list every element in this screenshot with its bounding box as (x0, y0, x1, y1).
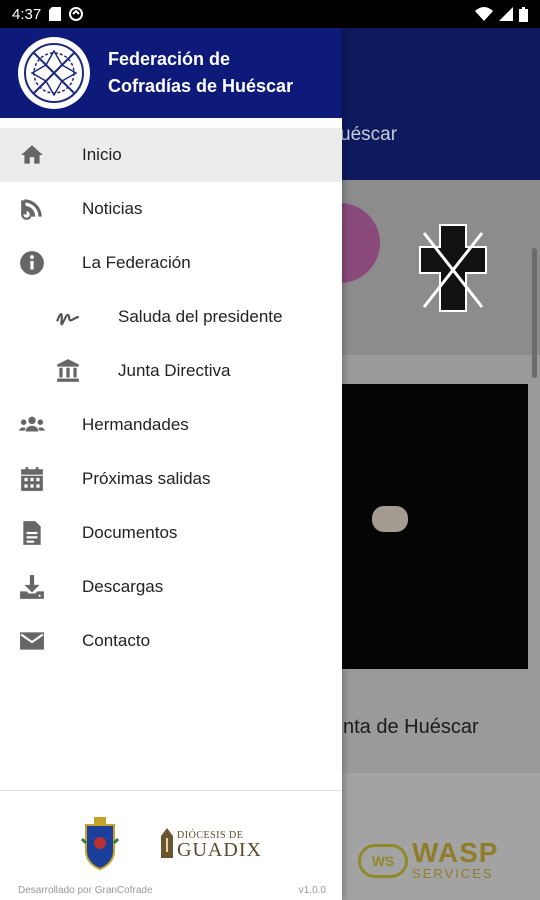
sponsor-tagline: SERVICES (412, 866, 494, 881)
drawer-footer: DIÓCESIS DE GUADIX Desarrollado por Gran… (0, 790, 342, 900)
menu-item-label: Inicio (82, 145, 122, 164)
menu-item-la-federacion[interactable]: La Federación (0, 236, 342, 290)
status-bar: 4:37 (0, 0, 540, 28)
ws-mark: WS (358, 843, 408, 878)
federation-logo (18, 37, 90, 109)
menu-item-inicio[interactable]: Inicio (0, 128, 342, 182)
developer-credit[interactable]: Desarrollado por GranCofrade (18, 885, 153, 896)
download-icon (0, 574, 64, 600)
background-app-title: uéscar (340, 124, 398, 145)
drawer-header: Federación de Cofradías de Huéscar (0, 28, 342, 118)
menu-item-label: Documentos (82, 523, 178, 542)
drawer-title: Federación de Cofradías de Huéscar (108, 49, 294, 96)
menu-item-label: Hermandades (82, 415, 189, 434)
wasp-services-logo: WS WASP SERVICES (358, 837, 499, 881)
municipal-coat-of-arms-icon (80, 817, 120, 871)
document-icon (0, 520, 64, 546)
drawer-menu: Inicio Noticias La Federación Saluda del… (0, 128, 342, 668)
menu-item-label: Saluda del presidente (118, 307, 283, 326)
menu-item-noticias[interactable]: Noticias (0, 182, 342, 236)
menu-item-label: La Federación (82, 253, 191, 272)
diocesis-guadix-logo: DIÓCESIS DE GUADIX (160, 828, 262, 861)
footer-logos: DIÓCESIS DE GUADIX (0, 815, 342, 871)
battery-icon (519, 6, 528, 22)
menu-item-hermandades[interactable]: Hermandades (0, 398, 342, 452)
menu-item-label: Noticias (82, 199, 143, 218)
menu-item-saluda-del-presidente[interactable]: Saluda del presidente (0, 290, 342, 344)
menu-item-label: Contacto (82, 631, 151, 650)
status-time: 4:37 (12, 5, 42, 23)
menu-item-label: Descargas (82, 577, 164, 596)
background-card-caption: nta de Huéscar (343, 716, 479, 738)
menu-item-junta-directiva[interactable]: Junta Directiva (0, 344, 342, 398)
guadix-line2: GUADIX (177, 839, 262, 861)
users-icon (0, 412, 64, 438)
institution-icon (36, 358, 100, 384)
signal-icon (499, 7, 513, 21)
sync-icon (69, 7, 84, 21)
federation-emblem-icon (24, 43, 84, 103)
sd-card-icon (49, 7, 62, 21)
calendar-icon (0, 466, 64, 492)
rss-icon (0, 196, 64, 222)
sponsor-name: WASP (412, 837, 499, 868)
photo-detail (372, 506, 408, 532)
home-icon (0, 142, 64, 168)
navigation-drawer: Federación de Cofradías de Huéscar Inici… (0, 28, 342, 900)
info-icon (0, 250, 64, 276)
mail-icon (0, 628, 64, 654)
scrollbar (532, 248, 537, 378)
menu-item-proximas-salidas[interactable]: Próximas salidas (0, 452, 342, 506)
menu-item-label: Próximas salidas (82, 469, 211, 488)
menu-item-contacto[interactable]: Contacto (0, 614, 342, 668)
bishop-mitre-icon (161, 828, 174, 858)
signature-icon (36, 304, 100, 330)
app-version: v1.0.0 (298, 885, 326, 896)
background-photo (340, 384, 528, 669)
wifi-icon (475, 7, 493, 21)
cross-emblem (419, 224, 487, 312)
menu-item-documentos[interactable]: Documentos (0, 506, 342, 560)
menu-item-descargas[interactable]: Descargas (0, 560, 342, 614)
menu-item-label: Junta Directiva (118, 361, 231, 380)
